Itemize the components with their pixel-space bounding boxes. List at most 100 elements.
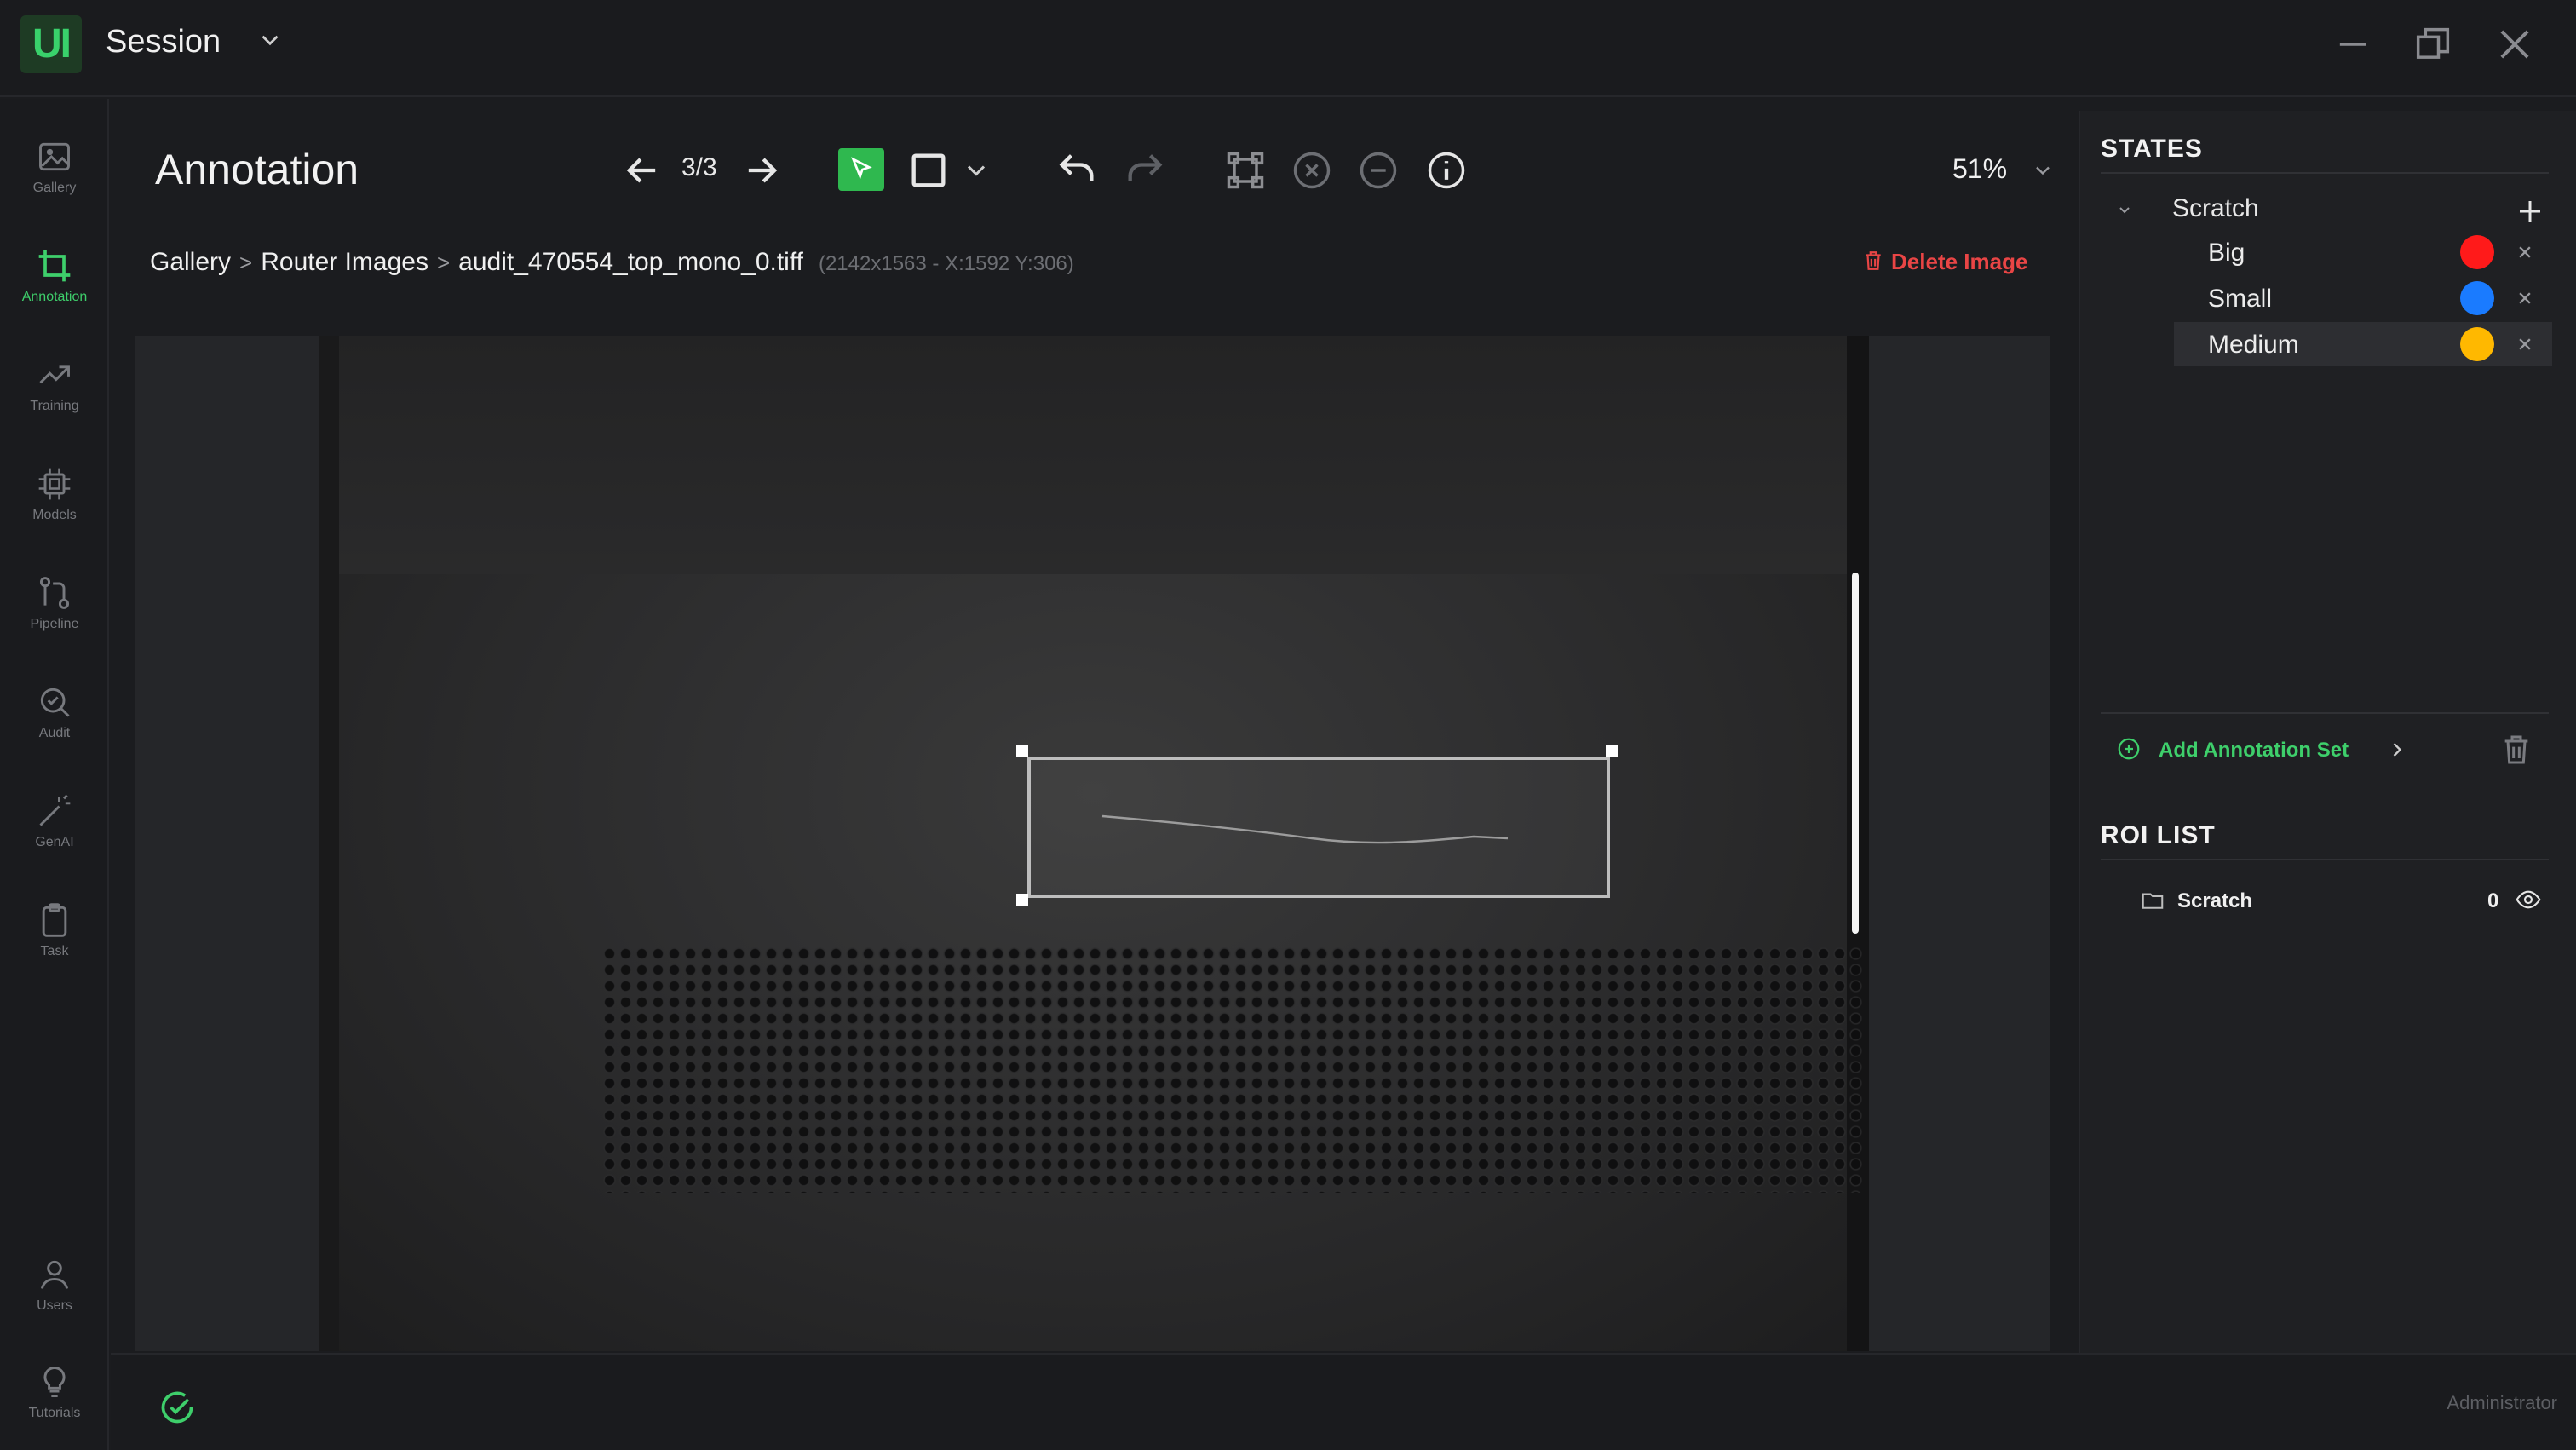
chevron-down-icon[interactable]: [961, 148, 992, 193]
status-bar: Administrator: [111, 1353, 2576, 1450]
sidebar-item-audit[interactable]: Audit: [0, 668, 109, 762]
arrow-left-icon[interactable]: [620, 148, 664, 193]
color-swatch[interactable]: [2460, 235, 2494, 269]
folder-icon: [2142, 893, 2164, 909]
cursor-icon: [851, 157, 872, 180]
canvas-scrollbar[interactable]: [1852, 573, 1859, 934]
roi-label: Scratch: [2177, 889, 2253, 912]
remove-state-icon[interactable]: [2513, 286, 2537, 310]
add-annotation-set-button[interactable]: Add Annotation Set: [2116, 736, 2349, 762]
divider: [2101, 172, 2549, 174]
image-counter: 3/3: [681, 153, 717, 181]
check-circle-icon: [161, 1391, 193, 1424]
pipeline-icon: [39, 577, 70, 609]
wand-icon: [39, 794, 71, 826]
title-bar: UI Session: [0, 0, 2576, 97]
add-annotation-set-label: Add Annotation Set: [2159, 739, 2349, 762]
sidebar-item-models[interactable]: Models: [0, 450, 109, 544]
breadcrumb-router-images[interactable]: Router Images: [261, 248, 428, 276]
sidebar-item-gallery[interactable]: Gallery: [0, 123, 109, 216]
minimize-icon[interactable]: [2331, 22, 2375, 66]
sidebar-item-label: Annotation: [21, 290, 88, 304]
right-panel: STATES Scratch Big Small Medium Add Anno…: [2079, 111, 2576, 1355]
roi-handle-top-left[interactable]: [1016, 745, 1028, 757]
restore-icon[interactable]: [2411, 22, 2455, 66]
state-label: Medium: [2208, 331, 2299, 359]
image-top-panel: [319, 336, 1869, 574]
select-tool-button[interactable]: [838, 148, 884, 191]
sidebar: Gallery Annotation Training Models Pipel…: [0, 99, 109, 1450]
breadcrumb-gallery[interactable]: Gallery: [150, 248, 231, 276]
sidebar-item-genai[interactable]: GenAI: [0, 777, 109, 871]
chevron-down-icon[interactable]: [2114, 199, 2135, 220]
sidebar-item-label: Pipeline: [30, 617, 79, 631]
sidebar-item-label: GenAI: [35, 835, 74, 849]
add-circle-icon: [2118, 738, 2140, 760]
state-item-medium[interactable]: Medium: [2174, 322, 2552, 366]
vent-holes: [601, 946, 1862, 1193]
state-item-small[interactable]: Small: [2174, 276, 2552, 320]
roi-handle-top-right[interactable]: [1606, 745, 1618, 757]
chevron-right-icon[interactable]: [2385, 738, 2409, 762]
transform-icon[interactable]: [1223, 148, 1268, 193]
sidebar-item-label: Audit: [38, 726, 71, 740]
sidebar-item-label: Models: [32, 508, 77, 522]
user-icon: [40, 1260, 69, 1289]
audit-icon: [40, 688, 70, 717]
sidebar-item-label: Task: [40, 944, 69, 958]
states-heading: STATES: [2101, 135, 2203, 163]
breadcrumb-file: audit_470554_top_mono_0.tiff: [458, 248, 803, 276]
divider: [2101, 859, 2549, 860]
undo-icon[interactable]: [1055, 148, 1099, 193]
remove-state-icon[interactable]: [2513, 332, 2537, 356]
chevron-down-icon[interactable]: [2031, 158, 2055, 182]
crop-icon: [38, 250, 71, 282]
rectangle-tool-icon[interactable]: [906, 148, 951, 193]
sidebar-item-users[interactable]: Users: [0, 1240, 109, 1334]
remove-icon[interactable]: [1356, 148, 1400, 193]
state-item-big[interactable]: Big: [2174, 230, 2552, 274]
info-icon[interactable]: [1424, 148, 1469, 193]
chip-icon: [38, 468, 71, 500]
roi-bounding-box[interactable]: [1027, 757, 1610, 898]
sidebar-item-task[interactable]: Task: [0, 886, 109, 980]
sidebar-item-annotation[interactable]: Annotation: [0, 232, 109, 325]
page-title: Annotation: [155, 146, 359, 193]
sidebar-item-label: Training: [30, 399, 79, 413]
color-swatch[interactable]: [2460, 327, 2494, 361]
annotation-canvas[interactable]: [135, 336, 2050, 1351]
image-icon: [39, 142, 70, 171]
session-title[interactable]: Session: [106, 24, 221, 60]
trend-icon: [39, 365, 70, 384]
remove-state-icon[interactable]: [2513, 240, 2537, 264]
sidebar-item-label: Users: [37, 1298, 72, 1313]
zoom-level[interactable]: 51%: [1952, 153, 2007, 185]
close-icon[interactable]: [2493, 22, 2537, 66]
chevron-down-icon[interactable]: [256, 26, 285, 55]
roi-item-scratch[interactable]: Scratch 0: [2140, 883, 2542, 920]
eye-icon[interactable]: [2515, 886, 2542, 913]
sidebar-item-pipeline[interactable]: Pipeline: [0, 559, 109, 653]
clear-icon[interactable]: [1290, 148, 1334, 193]
divider: [2101, 712, 2549, 714]
arrow-right-icon[interactable]: [739, 148, 784, 193]
sidebar-item-tutorials[interactable]: Tutorials: [0, 1348, 109, 1441]
state-group-scratch[interactable]: Scratch: [2172, 194, 2259, 223]
color-swatch[interactable]: [2460, 281, 2494, 315]
delete-image-button[interactable]: Delete Image: [1862, 249, 2027, 275]
lightbulb-icon: [43, 1367, 66, 1397]
user-label: Administrator: [2447, 1392, 2557, 1413]
image-meta: (2142x1563 - X:1592 Y:306): [818, 252, 1074, 275]
plus-icon[interactable]: [2515, 196, 2545, 227]
trash-icon: [1866, 251, 1881, 270]
sidebar-item-training[interactable]: Training: [0, 341, 109, 434]
breadcrumb-separator: >: [436, 250, 451, 275]
roi-handle-bottom-left[interactable]: [1016, 894, 1028, 906]
state-label: Big: [2208, 239, 2245, 267]
sidebar-item-label: Gallery: [32, 181, 77, 195]
scratch-mark: [1101, 814, 1509, 844]
app-logo: UI: [20, 15, 82, 73]
delete-image-label: Delete Image: [1891, 249, 2028, 274]
redo-icon[interactable]: [1123, 148, 1167, 193]
trash-icon[interactable]: [2499, 733, 2533, 767]
